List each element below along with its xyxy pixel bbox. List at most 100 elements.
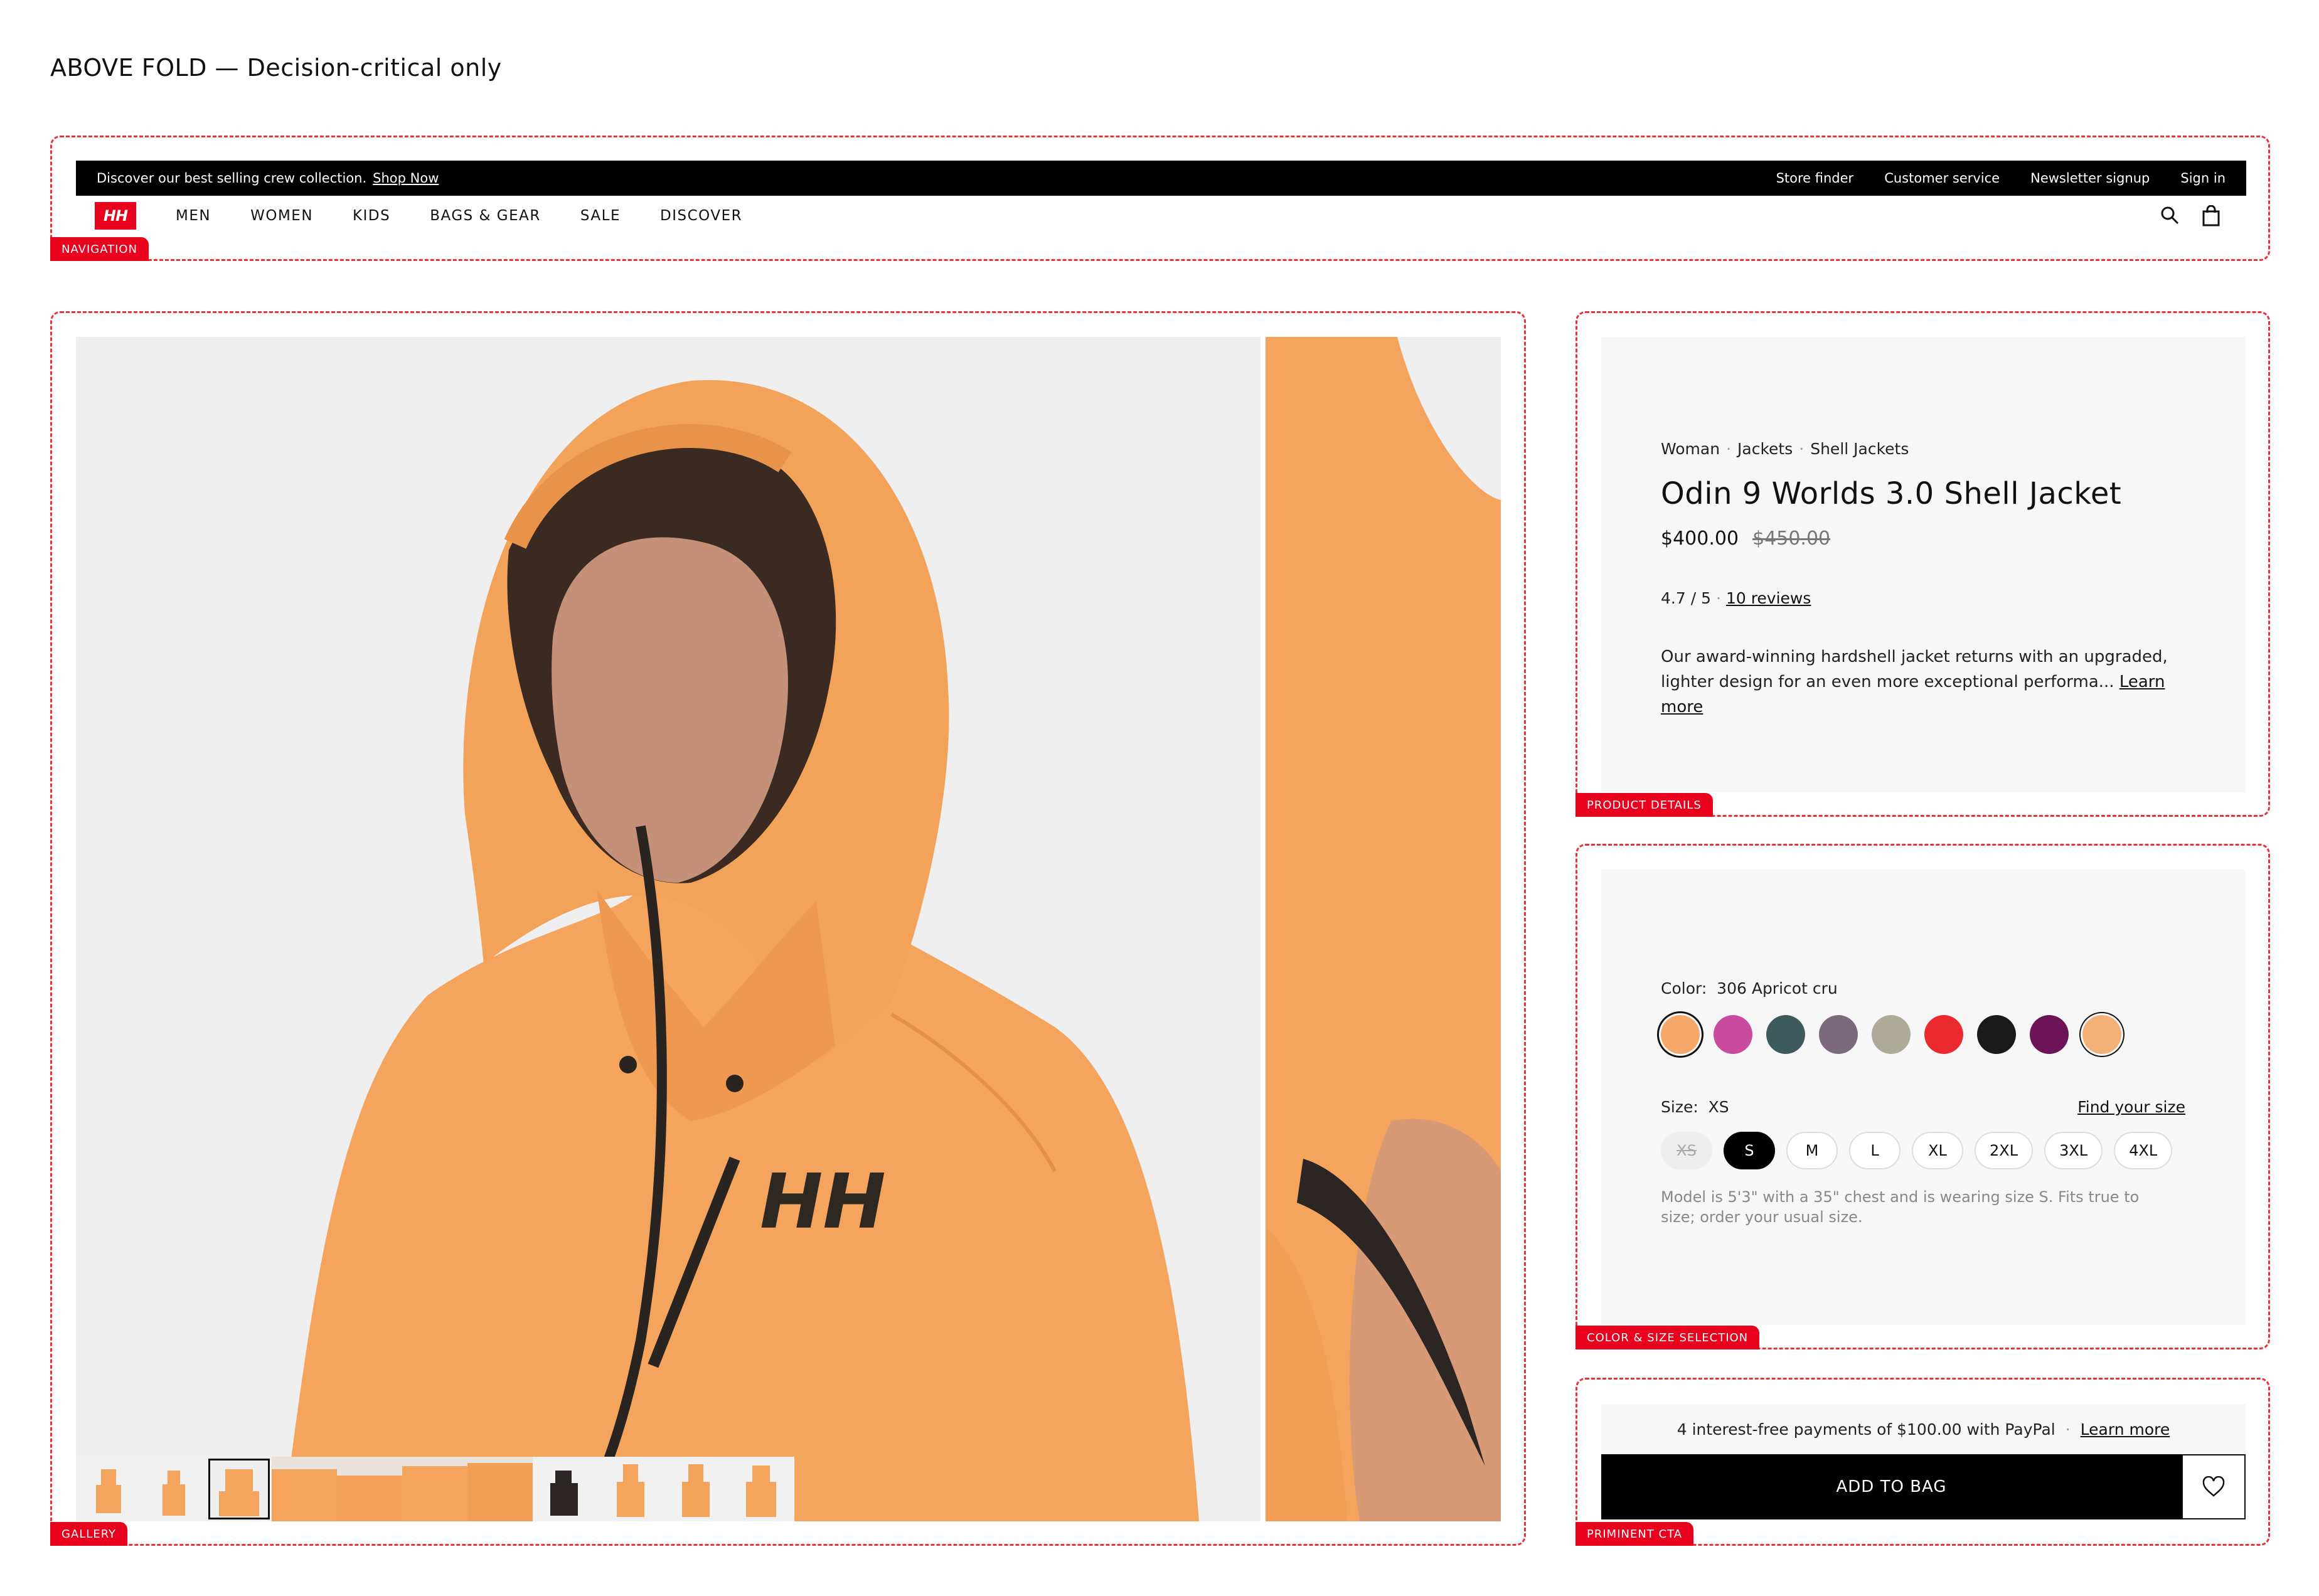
sign-in-link[interactable]: Sign in (2180, 171, 2226, 186)
thumbnail-10[interactable] (663, 1457, 728, 1521)
main-nav: HH MEN WOMEN KIDS BAGS & GEAR SALE DISCO… (76, 200, 2246, 232)
page-heading: ABOVE FOLD — Decision-critical only (50, 54, 502, 82)
cta-row: ADD TO BAG (1601, 1454, 2246, 1519)
find-your-size-link[interactable]: Find your size (2077, 1098, 2185, 1116)
navigation-zone: NAVIGATION (50, 136, 2270, 261)
rating-separator: · (1715, 589, 1721, 607)
nav-item-kids[interactable]: KIDS (353, 208, 390, 224)
swatch-apricot[interactable] (1661, 1015, 1700, 1054)
thumbnail-11-image (728, 1457, 794, 1521)
breadcrumb: Woman · Jackets · Shell Jackets (1661, 440, 1909, 458)
color-swatches (1661, 1015, 2121, 1054)
product-title: Odin 9 Worlds 3.0 Shell Jacket (1661, 476, 2122, 511)
thumbnail-1-image (76, 1457, 141, 1521)
thumbnail-10-image (663, 1457, 728, 1521)
product-details-zone-tag: PRODUCT DETAILS (1575, 793, 1713, 817)
paypal-message: 4 interest-free payments of $100.00 with… (1601, 1404, 2246, 1454)
color-size-panel: Color: 306 Apricot cru Size: XS Find you… (1601, 870, 2246, 1325)
product-rating: 4.7 / 5 · 10 reviews (1661, 589, 1811, 607)
size-3xl[interactable]: 3XL (2044, 1132, 2103, 1169)
thumbnail-3-image (206, 1457, 272, 1521)
promo-message: Discover our best selling crew collectio… (97, 171, 367, 186)
swatch-plum[interactable] (2030, 1015, 2069, 1054)
paypal-text: 4 interest-free payments of $100.00 with… (1677, 1420, 2055, 1439)
thumbnail-5-image (337, 1457, 402, 1521)
size-m[interactable]: M (1786, 1132, 1838, 1169)
nav-item-sale[interactable]: SALE (580, 208, 621, 224)
utility-links: Store finder Customer service Newsletter… (1776, 171, 2226, 186)
thumbnail-11[interactable] (728, 1457, 794, 1521)
nav-item-women[interactable]: WOMEN (250, 208, 313, 224)
add-to-bag-button[interactable]: ADD TO BAG (1601, 1454, 2182, 1519)
brand-logo[interactable]: HH (95, 202, 136, 230)
swatch-dark-teal[interactable] (1766, 1015, 1805, 1054)
swatch-black[interactable] (1977, 1015, 2016, 1054)
newsletter-signup-link[interactable]: Newsletter signup (2030, 171, 2150, 186)
color-label: Color: (1661, 979, 1707, 998)
breadcrumb-shell-jackets[interactable]: Shell Jackets (1810, 440, 1909, 458)
paypal-separator: · (2065, 1420, 2071, 1439)
thumbnail-8-image (533, 1457, 598, 1521)
main-product-image[interactable]: HH (76, 337, 1261, 1521)
size-xs[interactable]: XS (1661, 1132, 1712, 1169)
size-xl[interactable]: XL (1912, 1132, 1963, 1169)
color-label-row: Color: 306 Apricot cru (1661, 979, 1838, 998)
size-2xl[interactable]: 2XL (1975, 1132, 2034, 1169)
thumbnail-5[interactable] (337, 1457, 402, 1521)
size-4xl[interactable]: 4XL (2114, 1132, 2173, 1169)
thumbnail-2[interactable] (141, 1457, 206, 1521)
store-finder-link[interactable]: Store finder (1776, 171, 1854, 186)
swatch-red[interactable] (1924, 1015, 1963, 1054)
nav-item-bags-gear[interactable]: BAGS & GEAR (430, 208, 541, 224)
color-size-zone-tag: COLOR & SIZE SELECTION (1575, 1326, 1760, 1349)
thumbnail-strip (76, 1457, 794, 1521)
size-label: Size: (1661, 1098, 1698, 1116)
size-options: XS S M L XL 2XL 3XL 4XL (1661, 1132, 2173, 1169)
thumbnail-7[interactable] (467, 1457, 533, 1521)
promo-bar: Discover our best selling crew collectio… (76, 161, 2246, 196)
breadcrumb-jackets[interactable]: Jackets (1737, 440, 1793, 458)
size-s[interactable]: S (1724, 1132, 1775, 1169)
thumbnail-3[interactable] (206, 1457, 272, 1521)
thumbnail-8[interactable] (533, 1457, 598, 1521)
original-price: $450.00 (1752, 528, 1831, 550)
breadcrumb-separator: · (1726, 440, 1732, 458)
navigation-zone-tag: NAVIGATION (50, 237, 149, 261)
swatch-magenta[interactable] (1714, 1015, 1752, 1054)
thumbnail-9[interactable] (598, 1457, 663, 1521)
thumbnail-6-image (402, 1457, 467, 1521)
size-l[interactable]: L (1849, 1132, 1901, 1169)
thumbnail-6[interactable] (402, 1457, 467, 1521)
selected-size: XS (1708, 1098, 1729, 1116)
search-icon[interactable] (2160, 205, 2180, 226)
swatch-light-apricot[interactable] (2082, 1015, 2121, 1054)
paypal-learn-more-link[interactable]: Learn more (2081, 1420, 2170, 1439)
svg-text:HH: HH (760, 1159, 886, 1246)
nav-item-discover[interactable]: DISCOVER (660, 208, 742, 224)
jacket-sleeve-illustration (1266, 337, 1501, 1521)
heart-icon[interactable] (2182, 1454, 2246, 1519)
nav-item-men[interactable]: MEN (176, 208, 211, 224)
thumbnail-1[interactable] (76, 1457, 141, 1521)
swatch-mauve[interactable] (1819, 1015, 1858, 1054)
swatch-sage[interactable] (1872, 1015, 1911, 1054)
thumbnail-4[interactable] (272, 1457, 337, 1521)
secondary-product-image[interactable] (1266, 337, 1501, 1521)
rating-score: 4.7 / 5 (1661, 589, 1711, 607)
description-text: Our award-winning hardshell jacket retur… (1661, 647, 2168, 691)
shop-now-link[interactable]: Shop Now (373, 171, 439, 186)
thumbnail-9-image (598, 1457, 663, 1521)
nav-items: MEN WOMEN KIDS BAGS & GEAR SALE DISCOVER (176, 208, 742, 224)
product-description: Our award-winning hardshell jacket retur… (1661, 644, 2194, 720)
customer-service-link[interactable]: Customer service (1884, 171, 2000, 186)
breadcrumb-woman[interactable]: Woman (1661, 440, 1720, 458)
thumbnail-4-image (272, 1457, 337, 1521)
product-details-panel: Woman · Jackets · Shell Jackets Odin 9 World… (1601, 337, 2246, 792)
fit-note: Model is 5'3" with a 35" chest and is we… (1661, 1188, 2140, 1226)
gallery-zone-tag: GALLERY (50, 1522, 128, 1546)
shopping-bag-icon[interactable] (2201, 205, 2221, 226)
breadcrumb-separator: · (1799, 440, 1805, 458)
reviews-link[interactable]: 10 reviews (1726, 589, 1811, 607)
thumbnail-2-image (141, 1457, 206, 1521)
nav-icons (2160, 205, 2221, 226)
